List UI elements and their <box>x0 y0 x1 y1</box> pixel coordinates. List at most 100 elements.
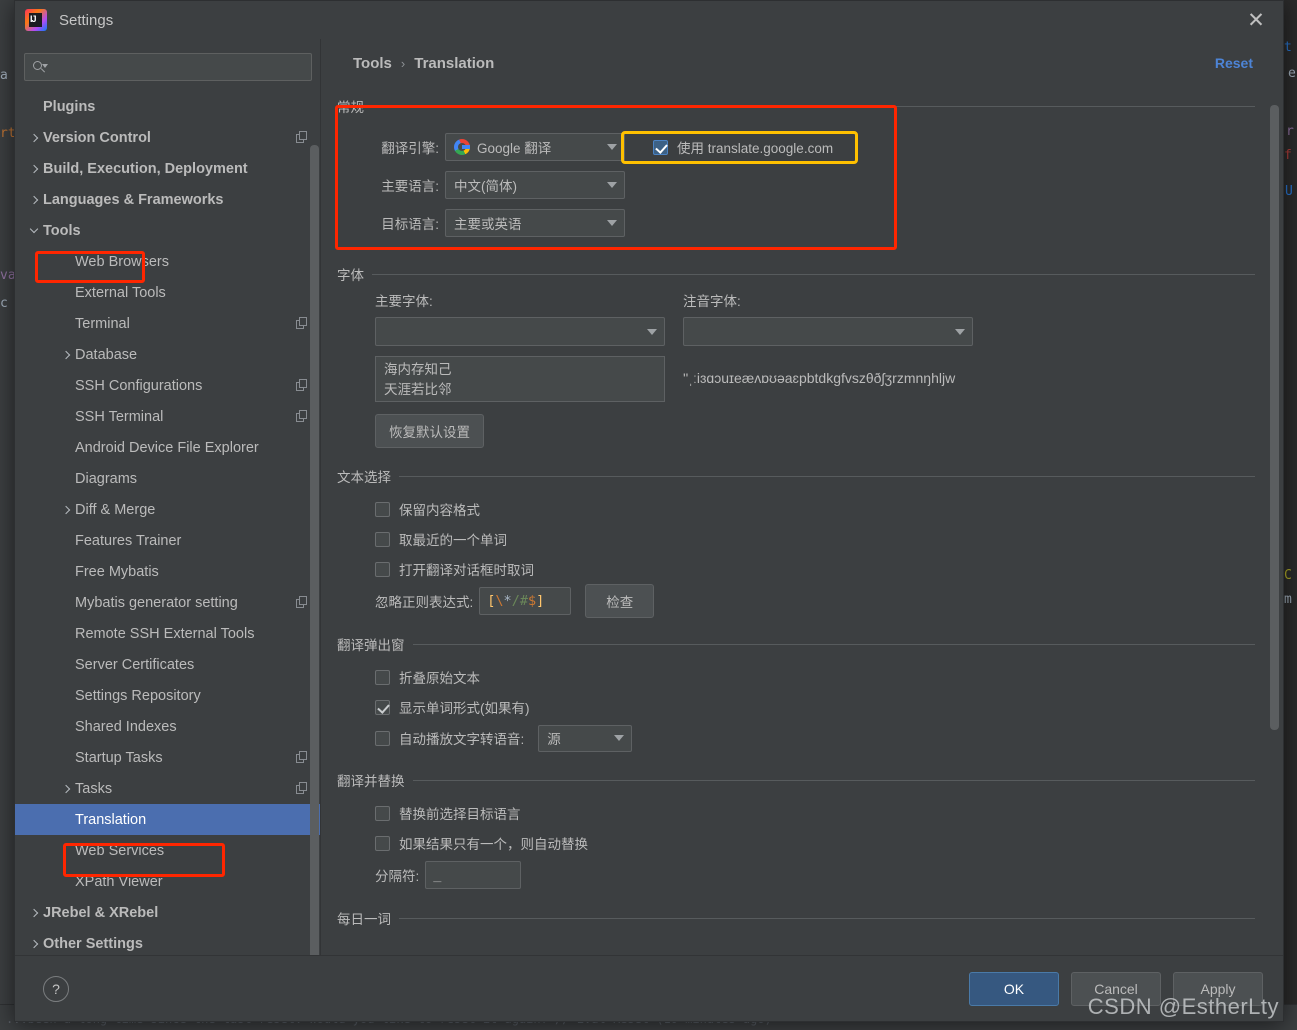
copy-settings-icon[interactable] <box>296 131 309 144</box>
checkbox[interactable] <box>375 561 390 577</box>
dialog-footer: ? OK Cancel Apply <box>15 955 1283 1021</box>
search-box[interactable] <box>24 53 312 81</box>
checkbox-row[interactable]: 打开翻译对话框时取词 <box>375 554 1255 584</box>
sidebar-item-web-browsers[interactable]: Web Browsers <box>15 246 321 277</box>
help-icon[interactable]: ? <box>43 975 69 1002</box>
sidebar-item-languages-frameworks[interactable]: Languages & Frameworks <box>15 184 321 215</box>
sidebar-item-translation[interactable]: Translation <box>15 804 321 835</box>
sidebar-item-mybatis-generator-setting[interactable]: Mybatis generator setting <box>15 587 321 618</box>
sidebar-item-jrebel-xrebel[interactable]: JRebel & XRebel <box>15 897 321 928</box>
copy-settings-icon[interactable] <box>296 317 309 330</box>
copy-settings-icon[interactable] <box>296 596 309 609</box>
copy-settings-icon[interactable] <box>296 379 309 392</box>
sidebar-item-android-device-file-explorer[interactable]: Android Device File Explorer <box>15 432 321 463</box>
background-code-fragment: c <box>0 296 8 311</box>
sidebar-item-terminal[interactable]: Terminal <box>15 308 321 339</box>
sidebar-item-external-tools[interactable]: External Tools <box>15 277 321 308</box>
background-code-fragment: U <box>1285 184 1293 199</box>
sidebar-item-version-control[interactable]: Version Control <box>15 122 321 153</box>
sidebar-item-ssh-terminal[interactable]: SSH Terminal <box>15 401 321 432</box>
use-google-checkbox[interactable] <box>653 139 668 155</box>
target-language-select[interactable]: 主要或英语 <box>445 209 625 237</box>
sidebar-item-diff-merge[interactable]: Diff & Merge <box>15 494 321 525</box>
use-google-checkbox-row[interactable]: 使用 translate.google.com <box>643 133 843 161</box>
chevron-right-icon[interactable] <box>27 194 41 206</box>
sidebar-item-web-services[interactable]: Web Services <box>15 835 321 866</box>
tts-row: 自动播放文字转语音: 源 <box>337 722 1255 754</box>
checkbox-row[interactable]: 显示单词形式(如果有) <box>375 692 1255 722</box>
tts-source-select[interactable]: 源 <box>538 724 633 752</box>
copy-settings-icon[interactable] <box>296 410 309 423</box>
sidebar-item-xpath-viewer[interactable]: XPath Viewer <box>15 866 321 897</box>
chevron-right-icon[interactable] <box>27 163 41 175</box>
checkbox-row[interactable]: 取最近的一个单词 <box>375 524 1255 554</box>
checkbox[interactable] <box>375 805 390 821</box>
checkbox[interactable] <box>375 835 390 851</box>
sidebar-item-database[interactable]: Database <box>15 339 321 370</box>
checkbox-row[interactable]: 替换前选择目标语言 <box>375 798 1255 828</box>
search-input[interactable] <box>52 58 303 76</box>
apply-button[interactable]: Apply <box>1173 971 1263 1006</box>
reset-link[interactable]: Reset <box>1215 55 1253 71</box>
primary-font-column: 主要字体: 海内存知己 天涯若比邻 <box>375 290 665 402</box>
background-code-fragment: a <box>0 68 8 83</box>
primary-language-select[interactable]: 中文(简体) <box>445 171 625 199</box>
checkbox[interactable] <box>375 669 390 685</box>
sidebar-item-plugins[interactable]: Plugins <box>15 91 321 122</box>
sidebar-item-build-execution-deployment[interactable]: Build, Execution, Deployment <box>15 153 321 184</box>
tts-checkbox[interactable] <box>375 730 390 746</box>
sidebar-item-other-settings[interactable]: Other Settings <box>15 928 321 955</box>
separator-label: 分隔符: <box>375 869 420 884</box>
checkbox-row[interactable]: 保留内容格式 <box>375 494 1255 524</box>
chevron-down-icon[interactable] <box>27 224 41 237</box>
sidebar-item-label: Plugins <box>43 98 96 115</box>
restore-defaults-button[interactable]: 恢复默认设置 <box>375 414 484 448</box>
checkbox-row[interactable]: 折叠原始文本 <box>375 662 1255 692</box>
font-preview-box: 海内存知己 天涯若比邻 <box>375 356 665 402</box>
sidebar-item-startup-tasks[interactable]: Startup Tasks <box>15 742 321 773</box>
chevron-right-icon[interactable] <box>59 349 73 361</box>
font-preview-line-1: 海内存知己 <box>384 362 452 377</box>
checkbox[interactable] <box>375 531 390 547</box>
chevron-down-icon <box>607 726 631 751</box>
sidebar-item-settings-repository[interactable]: Settings Repository <box>15 680 321 711</box>
copy-settings-icon[interactable] <box>296 751 309 764</box>
sidebar-scrollbar-thumb[interactable] <box>310 145 319 955</box>
sidebar-item-tools[interactable]: Tools <box>15 215 321 246</box>
sidebar-item-free-mybatis[interactable]: Free Mybatis <box>15 556 321 587</box>
checkbox-label: 取最近的一个单词 <box>399 533 507 548</box>
close-icon[interactable]: ✕ <box>1239 5 1273 35</box>
primary-font-select[interactable] <box>375 317 665 346</box>
checkbox[interactable] <box>375 501 390 517</box>
breadcrumb-root[interactable]: Tools <box>353 55 392 72</box>
sidebar-item-remote-ssh-external-tools[interactable]: Remote SSH External Tools <box>15 618 321 649</box>
sidebar-item-features-trainer[interactable]: Features Trainer <box>15 525 321 556</box>
sidebar-item-tasks[interactable]: Tasks <box>15 773 321 804</box>
checkbox-row[interactable]: 如果结果只有一个，则自动替换 <box>375 828 1255 858</box>
sidebar-item-ssh-configurations[interactable]: SSH Configurations <box>15 370 321 401</box>
main-scrollbar-thumb[interactable] <box>1270 105 1279 730</box>
chevron-right-icon[interactable] <box>27 907 41 919</box>
check-regex-button[interactable]: 检查 <box>585 584 655 618</box>
sidebar-item-server-certificates[interactable]: Server Certificates <box>15 649 321 680</box>
separator-input[interactable]: _ <box>425 861 522 889</box>
cancel-button[interactable]: Cancel <box>1071 971 1161 1006</box>
sidebar-item-shared-indexes[interactable]: Shared Indexes <box>15 711 321 742</box>
sidebar-item-label: Build, Execution, Deployment <box>43 160 248 177</box>
checkbox[interactable] <box>375 699 390 715</box>
sidebar-item-label: Other Settings <box>43 935 143 952</box>
chevron-right-icon[interactable] <box>59 783 73 795</box>
regex-input[interactable]: [\*/#$] <box>479 587 572 615</box>
chevron-right-icon[interactable] <box>27 132 41 144</box>
target-language-label: 目标语言: <box>381 217 439 232</box>
ok-button[interactable]: OK <box>969 971 1059 1006</box>
checkbox-label: 折叠原始文本 <box>399 671 480 686</box>
chevron-right-icon[interactable] <box>27 938 41 950</box>
phonetic-font-select[interactable] <box>683 317 973 346</box>
regex-label: 忽略正则表达式: <box>375 595 474 610</box>
engine-select[interactable]: Google 翻译 <box>445 133 625 161</box>
sidebar-item-diagrams[interactable]: Diagrams <box>15 463 321 494</box>
sidebar-item-label: Remote SSH External Tools <box>75 625 255 642</box>
chevron-right-icon[interactable] <box>59 504 73 516</box>
copy-settings-icon[interactable] <box>296 782 309 795</box>
